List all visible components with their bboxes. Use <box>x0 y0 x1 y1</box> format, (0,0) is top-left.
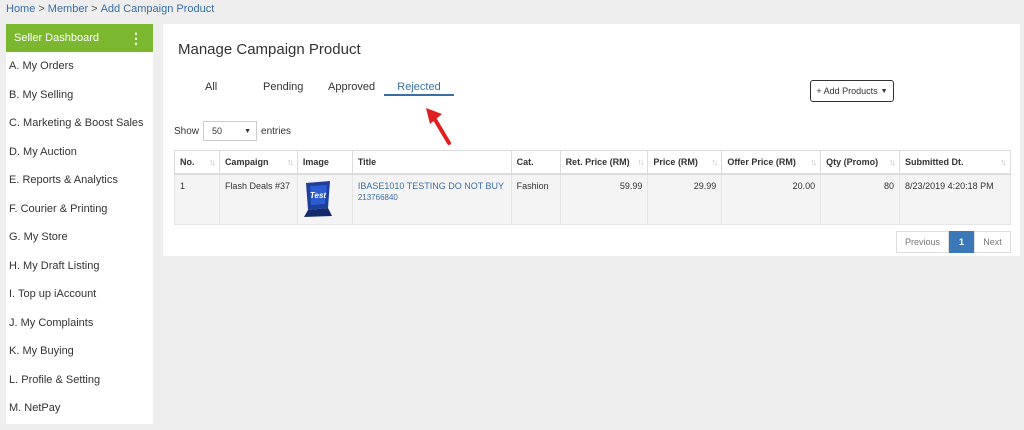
next-page-button[interactable]: Next <box>974 231 1011 253</box>
breadcrumb-separator: > <box>91 3 98 15</box>
previous-page-button[interactable]: Previous <box>896 231 949 253</box>
sidebar-item-netpay[interactable]: M. NetPay <box>6 394 153 423</box>
col-header-offer-price[interactable]: Offer Price (RM) ↑↓ <box>721 150 822 175</box>
col-header-price[interactable]: Price (RM) ↑↓ <box>647 150 723 175</box>
more-vertical-icon[interactable]: ⋮ <box>129 31 143 45</box>
sidebar-item-reports[interactable]: E. Reports & Analytics <box>6 166 153 195</box>
table-header-row: No. ↑↓ Campaign ↑↓ Image Title Cat. Ret. P… <box>174 150 1011 175</box>
cell-submitted: 8/23/2019 4:20:18 PM <box>899 173 1011 225</box>
tab-all[interactable]: All <box>205 81 217 93</box>
breadcrumb-home[interactable]: Home <box>6 3 35 15</box>
status-tabs: All Pending Approved Rejected <box>163 81 563 101</box>
product-title-link[interactable]: IBASE1010 TESTING DO NOT BUY <box>358 181 506 191</box>
campaign-products-table: No. ↑↓ Campaign ↑↓ Image Title Cat. Ret. P… <box>174 150 1011 225</box>
table-row: 1 Flash Deals #37 Test IBASE1010 TESTING… <box>174 173 1011 225</box>
page-title: Manage Campaign Product <box>178 41 361 58</box>
tab-pending[interactable]: Pending <box>263 81 303 93</box>
sidebar-item-my-selling[interactable]: B. My Selling <box>6 81 153 110</box>
cell-price: 29.99 <box>647 173 723 225</box>
cell-qty: 80 <box>820 173 901 225</box>
sort-icon: ↑↓ <box>286 157 294 167</box>
sidebar-item-draft-listing[interactable]: H. My Draft Listing <box>6 252 153 281</box>
col-header-submitted[interactable]: Submitted Dt. ↑↓ <box>899 150 1011 175</box>
sidebar-item-my-auction[interactable]: D. My Auction <box>6 138 153 167</box>
col-header-image: Image <box>296 150 353 175</box>
sort-icon: ↑↓ <box>711 157 718 167</box>
cell-cat: Fashion <box>510 173 561 225</box>
tab-rejected[interactable]: Rejected <box>384 81 454 96</box>
show-entries: Show 50 ▼ entries <box>174 121 291 141</box>
sidebar-item-courier[interactable]: F. Courier & Printing <box>6 195 153 224</box>
add-products-button[interactable]: + Add Products ▼ <box>810 80 894 102</box>
product-id: 213766840 <box>357 192 398 202</box>
breadcrumb: Home > Member > Add Campaign Product <box>6 3 214 15</box>
test-key-product-image[interactable]: Test <box>303 178 333 218</box>
sort-icon: ↑↓ <box>810 157 817 167</box>
sidebar-item-my-store[interactable]: G. My Store <box>6 223 153 252</box>
red-arrow-annotation <box>426 108 451 145</box>
page-size-select[interactable]: 50 ▼ <box>203 121 258 141</box>
current-page-button[interactable]: 1 <box>949 231 974 253</box>
sidebar-item-marketing[interactable]: C. Marketing & Boost Sales <box>6 109 153 138</box>
add-products-label: + Add Products <box>816 86 878 96</box>
page-size-value: 50 <box>212 126 223 136</box>
pagination: Previous 1 Next <box>896 231 1011 253</box>
sort-icon: ↑↓ <box>1000 157 1007 167</box>
cell-campaign: Flash Deals #37 <box>218 173 298 225</box>
col-header-title: Title <box>351 150 512 175</box>
sort-icon: ↑↓ <box>889 157 896 167</box>
col-header-campaign[interactable]: Campaign ↑↓ <box>218 150 298 175</box>
col-header-ret-price[interactable]: Ret. Price (RM) ↑↓ <box>559 150 649 175</box>
sidebar-header-label: Seller Dashboard <box>14 32 99 44</box>
cell-title: IBASE1010 TESTING DO NOT BUY 213766840 <box>351 173 512 225</box>
sidebar-header[interactable]: Seller Dashboard ⋮ <box>6 24 153 52</box>
show-label: Show <box>174 125 200 137</box>
entries-label: entries <box>261 125 292 137</box>
caret-down-icon: ▼ <box>880 87 888 95</box>
dropdown-icon: ▼ <box>244 127 252 135</box>
breadcrumb-member[interactable]: Member <box>48 3 88 15</box>
sidebar-item-my-buying[interactable]: K. My Buying <box>6 337 153 366</box>
svg-text:Test: Test <box>310 191 326 200</box>
cell-no: 1 <box>174 173 220 225</box>
col-header-cat: Cat. <box>510 150 561 175</box>
sidebar-item-profile[interactable]: L. Profile & Setting <box>6 366 153 395</box>
main-panel: Manage Campaign Product All Pending Appr… <box>163 24 1020 256</box>
sidebar-item-my-orders[interactable]: A. My Orders <box>6 52 153 81</box>
sort-icon: ↑↓ <box>637 157 644 167</box>
breadcrumb-separator: > <box>38 3 45 15</box>
sort-asc-icon: ↑↓ <box>208 157 216 167</box>
tab-approved[interactable]: Approved <box>328 81 375 93</box>
cell-image: Test <box>296 173 353 225</box>
sidebar-item-top-up[interactable]: I. Top up iAccount <box>6 280 153 309</box>
col-header-qty[interactable]: Qty (Promo) ↑↓ <box>820 150 901 175</box>
breadcrumb-current[interactable]: Add Campaign Product <box>101 3 215 15</box>
col-header-no[interactable]: No. ↑↓ <box>174 150 220 175</box>
sidebar: Seller Dashboard ⋮ A. My Orders B. My Se… <box>6 24 153 424</box>
cell-offer-price: 20.00 <box>721 173 822 225</box>
cell-ret-price: 59.99 <box>559 173 649 225</box>
sidebar-item-complaints[interactable]: J. My Complaints <box>6 309 153 338</box>
